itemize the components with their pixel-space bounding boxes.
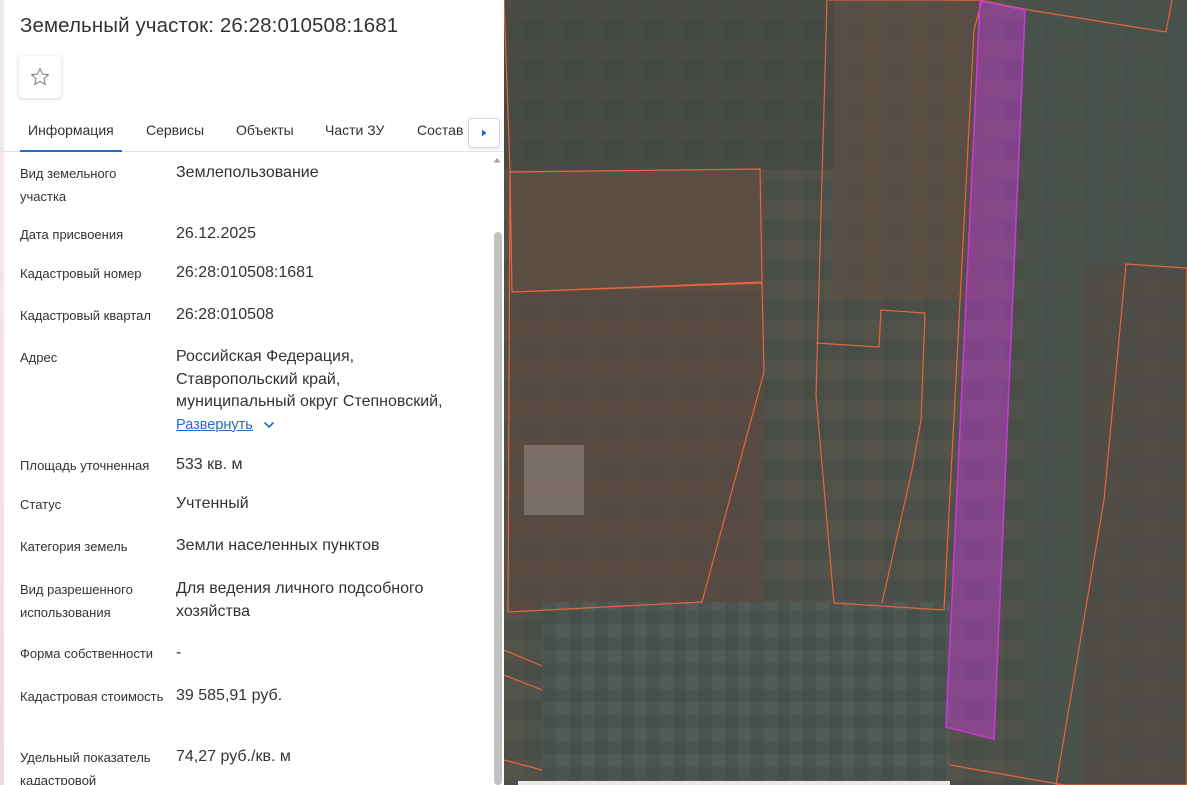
label-cad-number: Кадастровый номер [20,266,142,281]
label-permitted-use: Вид разрешенного использования [20,582,133,620]
tab-bar: Информация Сервисы Объекты Части ЗУ Сост… [0,114,504,152]
imagery-roof-left [508,172,764,290]
value-address: Российская Федерация, Ставропольский кра… [176,346,476,436]
tab-services[interactable]: Сервисы [146,122,204,138]
value-permitted-use: Для ведения личного подсобного хозяйства [176,580,424,620]
tab-info[interactable]: Информация [20,122,122,152]
value-area: 533 кв. м [176,456,243,473]
map-view[interactable] [504,0,1187,785]
value-category: Земли населенных пунктов [176,537,380,554]
info-list: Вид земельного участка Землепользование … [0,152,490,785]
scrollbar-thumb[interactable] [494,232,502,785]
tab-composition[interactable]: Состав [417,122,463,138]
tab-objects[interactable]: Объекты [236,122,294,138]
map-canvas[interactable] [504,0,1187,785]
page-title: Земельный участок: 26:28:010508:1681 [20,14,399,37]
tab-parts[interactable]: Части ЗУ [325,122,384,138]
star-outline-icon [30,67,50,86]
value-cad-number: 26:28:010508:1681 [176,264,314,281]
info-panel: Земельный участок: 26:28:010508:1681 Инф… [0,0,504,785]
address-line-2: Ставропольский край, [176,370,341,388]
label-specific-value: Удельный показатель кадастровой [20,750,151,785]
label-area: Площадь уточненная [20,458,150,473]
label-land-type: Вид земельного участка [20,166,117,204]
tabs-next-button[interactable] [468,118,500,148]
caret-right-icon [482,129,487,137]
imagery-white-strip [518,781,950,785]
expand-link[interactable]: Развернуть [176,414,253,437]
label-cad-quarter: Кадастровый квартал [20,308,151,323]
favorite-button[interactable] [19,56,61,98]
scroll-up-arrow-icon[interactable] [492,156,502,164]
imagery-dark-left [504,0,834,170]
value-specific-value: 74,27 руб./кв. м [176,748,291,765]
label-ownership: Форма собственности [20,646,154,661]
address-line-3: муниципальный округ Степновский, [176,393,443,410]
label-assign-date: Дата присвоения [20,227,124,242]
value-land-type: Землепользование [176,164,319,181]
value-ownership: - [176,644,182,661]
value-cad-quarter: 26:28:010508 [176,306,274,323]
value-status: Учтенный [176,495,249,512]
address-expand[interactable]: Развернуть [176,414,476,437]
address-line-1: Российская Федерация, [176,348,355,365]
imagery-light-patch [524,445,584,515]
imagery-brown-top [834,0,984,300]
imagery-bottom-green [542,602,950,785]
label-cad-value: Кадастровая стоимость [20,689,164,704]
value-assign-date: 26.12.2025 [176,225,257,242]
label-address: Адрес [20,350,58,365]
label-status: Статус [20,497,62,512]
value-cad-value: 39 585,91 руб. [176,687,283,704]
label-category: Категория земель [20,539,128,554]
chevron-down-icon[interactable] [263,421,275,429]
